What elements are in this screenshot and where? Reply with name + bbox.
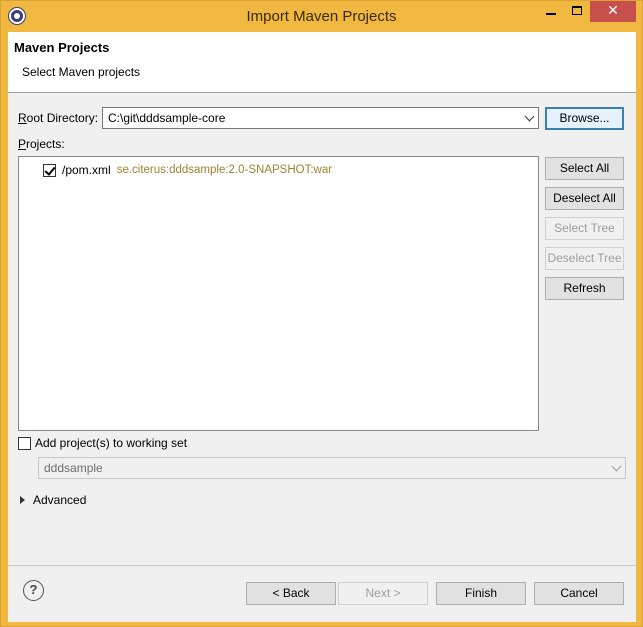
close-button[interactable]: ✕ <box>590 1 636 22</box>
footer-separator <box>8 565 636 566</box>
back-button[interactable]: < Back <box>246 582 336 605</box>
working-set-combo[interactable]: dddsample <box>38 457 626 479</box>
chevron-down-icon[interactable] <box>611 461 622 472</box>
project-file: /pom.xml <box>62 163 111 177</box>
chevron-down-icon[interactable] <box>524 111 535 122</box>
project-gav: se.citerus:dddsample:2.0-SNAPSHOT:war <box>116 164 333 176</box>
page-title: Maven Projects <box>14 40 110 55</box>
select-tree-button[interactable]: Select Tree <box>545 217 624 240</box>
maximize-icon <box>572 6 582 15</box>
dialog-client-area: Maven Projects Select Maven projects Roo… <box>8 32 636 622</box>
select-all-button[interactable]: Select All <box>545 157 624 180</box>
projects-label-text: rojects: <box>26 137 65 151</box>
root-directory-value: C:\git\dddsample-core <box>108 111 226 125</box>
minimize-icon <box>546 13 556 15</box>
expand-arrow-icon[interactable] <box>20 496 25 504</box>
next-button[interactable]: Next > <box>338 582 428 605</box>
working-set-label: Add project(s) to working set <box>35 436 188 450</box>
working-set-row[interactable]: Add project(s) to working set <box>18 436 187 450</box>
projects-label: Projects: <box>18 137 65 151</box>
browse-button[interactable]: Browse... <box>545 107 624 130</box>
root-directory-mnemonic: R <box>18 111 27 125</box>
working-set-value: dddsample <box>44 461 103 475</box>
projects-mnemonic: P <box>18 137 27 151</box>
maximize-button[interactable] <box>564 1 590 22</box>
deselect-all-button[interactable]: Deselect All <box>545 187 624 210</box>
cancel-button[interactable]: Cancel <box>534 582 624 605</box>
root-directory-combo[interactable]: C:\git\dddsample-core <box>102 107 539 129</box>
refresh-button[interactable]: Refresh <box>545 277 624 300</box>
working-set-checkbox[interactable] <box>18 436 31 450</box>
finish-button[interactable]: Finish <box>436 582 526 605</box>
project-checkbox[interactable] <box>43 163 56 177</box>
page-subtitle: Select Maven projects <box>22 65 141 79</box>
import-maven-projects-window: Import Maven Projects ✕ Maven Projects S… <box>0 0 643 627</box>
root-directory-label-text: oot Directory: <box>26 111 99 125</box>
wizard-header: Maven Projects Select Maven projects <box>8 32 636 93</box>
root-directory-label: Root Directory: <box>18 111 98 125</box>
help-icon[interactable]: ? <box>23 580 44 601</box>
close-icon: ✕ <box>607 2 619 18</box>
projects-tree[interactable]: /pom.xml se.citerus:dddsample:2.0-SNAPSH… <box>18 156 539 431</box>
advanced-label: Advanced <box>33 493 87 507</box>
advanced-toggle[interactable]: Advanced <box>20 493 86 507</box>
tree-item-pom[interactable]: /pom.xml se.citerus:dddsample:2.0-SNAPSH… <box>43 161 332 179</box>
minimize-button[interactable] <box>538 1 564 22</box>
deselect-tree-button[interactable]: Deselect Tree <box>545 247 624 270</box>
title-bar[interactable]: Import Maven Projects ✕ <box>1 1 642 32</box>
